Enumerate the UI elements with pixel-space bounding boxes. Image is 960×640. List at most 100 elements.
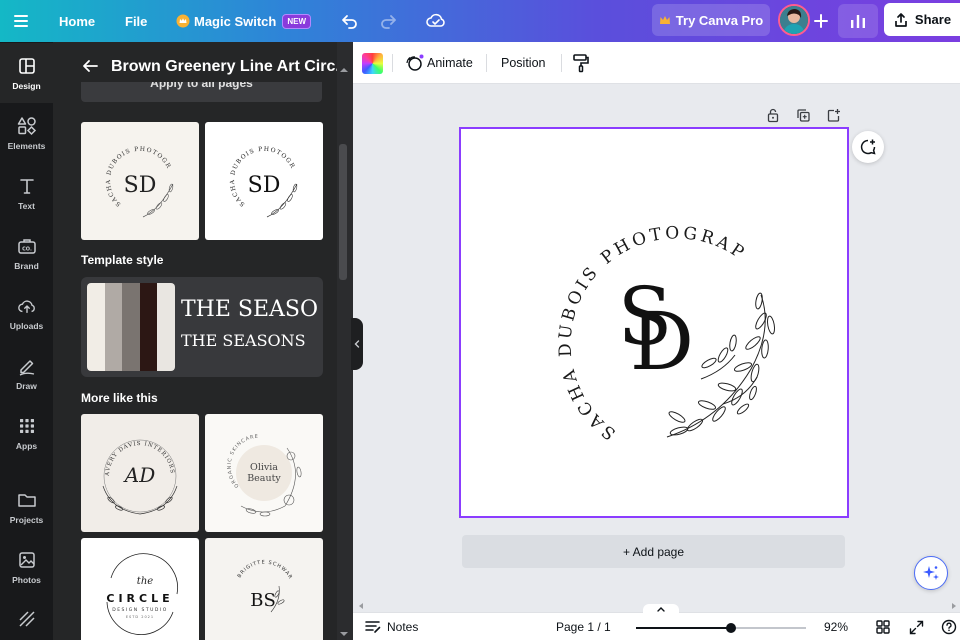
grid-view-button[interactable] xyxy=(876,613,890,640)
add-page-button[interactable]: + Add page xyxy=(462,535,845,568)
image-icon xyxy=(18,551,35,568)
fullscreen-button[interactable] xyxy=(909,613,924,640)
shapes-icon xyxy=(17,116,36,135)
hamburger-icon xyxy=(14,15,28,27)
animate-label: Animate xyxy=(427,56,473,70)
template-style-card[interactable]: THE SEASO THE SEASONS xyxy=(81,277,323,377)
lock-icon[interactable] xyxy=(766,108,780,123)
avatar[interactable] xyxy=(778,4,810,36)
template-thumb-sd-cream[interactable]: SACHA DUBOIS PHOTOGRAPHY SD xyxy=(81,122,199,240)
plus-icon xyxy=(814,14,828,28)
rail-item-design[interactable]: Design xyxy=(0,43,53,103)
notes-button[interactable]: Notes xyxy=(365,613,418,640)
rail-item-uploads[interactable]: Uploads xyxy=(0,283,53,343)
chevron-up-icon xyxy=(657,607,665,612)
svg-text:SD: SD xyxy=(248,173,281,198)
file-menu[interactable]: File xyxy=(125,0,147,42)
svg-text:ESTD 2021: ESTD 2021 xyxy=(126,615,154,619)
try-canva-pro-label: Try Canva Pro xyxy=(675,12,764,28)
text-icon xyxy=(19,178,34,194)
swatch xyxy=(122,283,140,371)
context-toolbar: Animate Position xyxy=(353,42,960,84)
duplicate-page-icon[interactable] xyxy=(796,108,811,123)
collapse-panel-handle[interactable] xyxy=(351,318,363,370)
animate-icon xyxy=(406,54,424,71)
more-like-this-heading: More like this xyxy=(81,391,158,405)
template-thumb-avery-davis[interactable]: AVERY DAVIS INTERIORS AD xyxy=(81,414,199,532)
design-page[interactable]: SACHA DUBOIS PHOTOGRAPHY S D xyxy=(459,127,849,518)
magic-assistant-button[interactable] xyxy=(914,556,948,590)
cloud-check-icon xyxy=(426,13,445,27)
rail-item-brand[interactable]: CO. Brand xyxy=(0,223,53,283)
template-thumb-sd-white[interactable]: SACHA DUBOIS PHOTOGRAPHY SD xyxy=(205,122,323,240)
zoom-slider-fill xyxy=(636,627,732,629)
new-badge: NEW xyxy=(282,13,312,29)
rail-item-draw[interactable]: Draw xyxy=(0,343,53,403)
toolbar-divider xyxy=(392,54,393,72)
insights-button[interactable] xyxy=(838,4,878,38)
menu-button[interactable] xyxy=(12,0,30,42)
magic-switch-button[interactable]: Magic Switch NEW xyxy=(176,0,312,42)
panel-scrollbar-thumb[interactable] xyxy=(339,144,347,280)
brand-icon: CO. xyxy=(17,238,36,254)
svg-text:the: the xyxy=(137,576,153,587)
template-thumb-brigitte-schwartz[interactable]: BRIGITTE SCHWARTZ BS xyxy=(205,538,323,640)
sd-logo-thumb: SACHA DUBOIS PHOTOGRAPHY SD xyxy=(81,122,174,218)
undo-icon xyxy=(342,15,357,29)
crown-icon xyxy=(176,14,190,28)
rail-item-label: Brand xyxy=(14,260,39,271)
help-icon xyxy=(941,619,957,635)
paint-format-button[interactable] xyxy=(572,42,590,84)
rail-item-text[interactable]: Text xyxy=(0,163,53,223)
try-canva-pro-button[interactable]: Try Canva Pro xyxy=(652,4,770,36)
page-indicator[interactable]: Page 1 / 1 xyxy=(556,613,611,640)
left-rail: Design Elements Text CO. Brand Uploads D… xyxy=(0,42,53,640)
color-palette-swatches xyxy=(87,283,175,371)
apply-all-pages-label: Apply to all pages xyxy=(150,82,253,90)
svg-text:BRIGITTE SCHWARTZ: BRIGITTE SCHWARTZ xyxy=(205,538,293,581)
help-button[interactable] xyxy=(941,613,957,640)
canva-editor: Home File Magic Switch NEW Try Canva Pro xyxy=(0,0,960,640)
rail-item-more[interactable] xyxy=(0,597,53,640)
rail-item-label: Design xyxy=(12,80,41,91)
rail-item-label: Photos xyxy=(12,574,41,585)
swatch xyxy=(139,283,158,371)
template-thumb-the-circle[interactable]: the CIRCLE DESIGN STUDIO ESTD 2021 xyxy=(81,538,199,640)
animate-button[interactable]: Animate xyxy=(404,42,473,84)
svg-text:BS: BS xyxy=(250,590,276,611)
zoom-percentage[interactable]: 92% xyxy=(824,613,848,640)
add-page-icon[interactable] xyxy=(826,108,841,123)
template-thumb-olivia-beauty[interactable]: ORGANIC SKINCARE Olivia Beauty xyxy=(205,414,323,532)
bs-logo-thumb: BRIGITTE SCHWARTZ BS xyxy=(205,538,293,613)
back-arrow-icon[interactable] xyxy=(81,58,99,74)
show-pages-toggle[interactable] xyxy=(643,604,679,615)
svg-text:D: D xyxy=(630,295,694,388)
folder-icon xyxy=(17,493,36,507)
background-color-button[interactable] xyxy=(362,42,383,84)
scroll-down-icon xyxy=(340,632,348,636)
apply-all-pages-button[interactable]: Apply to all pages xyxy=(81,82,322,102)
rail-item-elements[interactable]: Elements xyxy=(0,103,53,163)
sd-photography-logo[interactable]: SACHA DUBOIS PHOTOGRAPHY S D xyxy=(461,129,847,516)
svg-text:SACHA DUBOIS PHOTOGRAPHY: SACHA DUBOIS PHOTOGRAPHY xyxy=(461,129,750,444)
rail-item-photos[interactable]: Photos xyxy=(0,537,53,597)
rail-item-label: Draw xyxy=(16,380,37,391)
user-photo-icon xyxy=(780,6,808,34)
undo-button[interactable] xyxy=(340,0,360,42)
grid-icon xyxy=(876,620,890,634)
position-button[interactable]: Position xyxy=(501,42,545,84)
bottom-bar: Notes Page 1 / 1 92% xyxy=(353,604,960,640)
font-preview-heading: THE SEASO xyxy=(181,297,319,322)
add-comment-button[interactable] xyxy=(852,131,884,163)
scroll-right-icon xyxy=(952,603,956,609)
swatch xyxy=(157,283,175,371)
notes-label: Notes xyxy=(387,620,419,634)
rail-item-projects[interactable]: Projects xyxy=(0,477,53,537)
share-button[interactable]: Share xyxy=(884,3,960,36)
rail-item-apps[interactable]: Apps xyxy=(0,403,53,463)
add-collaborator-button[interactable] xyxy=(813,0,829,42)
rail-item-label: Elements xyxy=(7,140,46,151)
home-link[interactable]: Home xyxy=(59,0,95,42)
cloud-save-status[interactable] xyxy=(425,0,447,42)
redo-button[interactable] xyxy=(378,0,398,42)
